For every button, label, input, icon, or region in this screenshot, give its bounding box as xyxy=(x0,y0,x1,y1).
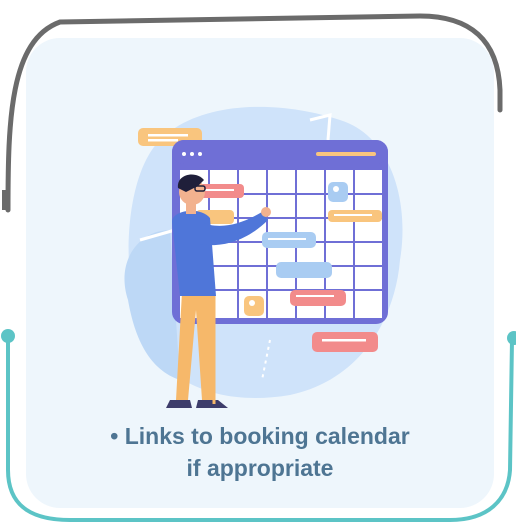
caption-line-2: if appropriate xyxy=(186,455,334,481)
caption-line-1: • Links to booking calendar xyxy=(110,423,410,449)
card-caption: • Links to booking calendar if appropria… xyxy=(40,420,480,484)
